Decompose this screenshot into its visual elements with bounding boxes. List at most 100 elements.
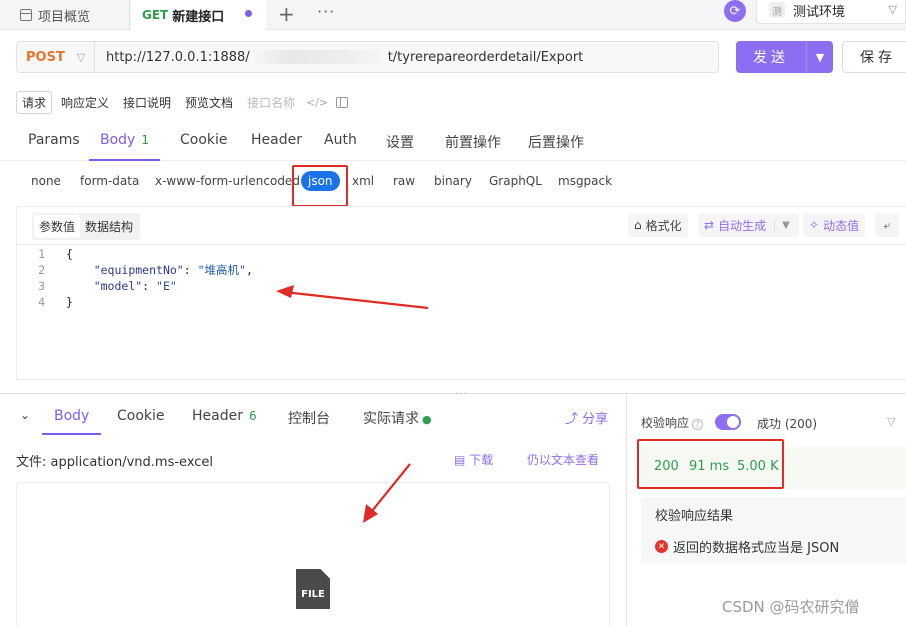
validation-error: ✕ 返回的数据格式应当是 JSON <box>655 537 839 556</box>
environment-badge: 测 <box>769 2 785 18</box>
tab-auth[interactable]: Auth <box>324 132 357 161</box>
param-tabs: Params Body 1 Cookie Header Auth 设置 前置操作 … <box>0 126 906 161</box>
doc-tab-description[interactable]: 接口说明 <box>118 92 176 113</box>
dynamic-value-label: 动态值 <box>823 218 860 233</box>
body-type-raw[interactable]: raw <box>393 174 415 188</box>
response-status-select[interactable]: 成功 (200) <box>757 415 817 432</box>
validation-result-title: 校验响应结果 <box>655 509 734 524</box>
environment-label: 测试环境 <box>793 4 846 20</box>
resp-tab-cookie[interactable]: Cookie <box>117 408 165 424</box>
tab-body-count: 1 <box>141 133 149 147</box>
live-dot-icon: ● <box>422 413 432 426</box>
sub-tab-values[interactable]: 参数值 <box>34 215 81 238</box>
code-line: 4} <box>38 295 73 309</box>
url-input[interactable]: http://127.0.0.1:1888/t/tyrerepareorderd… <box>95 50 583 65</box>
format-button[interactable]: ⌂ 格式化 <box>628 213 688 237</box>
annotation-arrow <box>276 285 429 310</box>
format-icon: ⌂ <box>634 218 642 232</box>
view-as-text-button[interactable]: 仍以文本查看 <box>527 451 599 468</box>
chevron-down-icon[interactable]: ▽ <box>887 415 895 428</box>
help-icon[interactable]: ? <box>692 419 704 430</box>
overview-icon <box>20 9 32 21</box>
download-label: 下载 <box>469 453 494 467</box>
body-type-graphql[interactable]: GraphQL <box>489 174 542 188</box>
tab-settings[interactable]: 设置 <box>386 132 414 161</box>
tab-new-endpoint[interactable]: GET 新建接口 <box>131 0 266 30</box>
side-panel-icon[interactable] <box>336 97 349 108</box>
tab-header[interactable]: Header <box>251 132 302 161</box>
save-button[interactable]: 保存 <box>842 41 906 73</box>
doc-tab-request[interactable]: 请求 <box>16 91 53 114</box>
share-button[interactable]: ⤴ 分享 <box>565 408 608 427</box>
resp-tab-console[interactable]: 控制台 <box>288 408 330 428</box>
tab-body[interactable]: Body 1 <box>89 132 160 161</box>
tab-cookie[interactable]: Cookie <box>180 132 228 161</box>
doc-tab-preview[interactable]: 预览文档 <box>180 92 238 113</box>
format-button-label: 格式化 <box>645 218 682 233</box>
code-line: 2 "equipmentNo": "堆高机", <box>38 263 253 277</box>
resp-tab-actual-request-label: 实际请求 <box>363 411 419 427</box>
auto-generate-label: 自动生成 <box>718 218 767 233</box>
body-type-form-data[interactable]: form-data <box>80 174 139 188</box>
validate-response-toggle[interactable] <box>715 414 741 430</box>
dynamic-value-button[interactable]: ✧ 动态值 <box>803 213 866 237</box>
method-select[interactable]: POST ▽ <box>17 42 95 72</box>
send-button-label: 发送 <box>753 50 789 66</box>
code-line: 3 "model": "E" <box>38 279 177 293</box>
method-value: POST <box>26 49 65 65</box>
auto-generate-icon: ⇄ <box>704 218 715 232</box>
editor-divider <box>17 244 906 245</box>
annotation-box-metrics <box>637 439 784 489</box>
body-type-binary[interactable]: binary <box>434 174 472 188</box>
body-type-msgpack[interactable]: msgpack <box>558 174 612 188</box>
word-wrap-icon[interactable]: ⤶ <box>875 213 899 237</box>
auto-generate-button[interactable]: ⇄ 自动生成 ▼ <box>698 213 799 237</box>
chevron-down-icon: ▽ <box>888 3 897 16</box>
code-editor[interactable]: 1{ 2 "equipmentNo": "堆高机", 3 "model": "E… <box>17 246 253 310</box>
code-line: 1{ <box>38 247 73 261</box>
magic-wand-icon: ✧ <box>809 218 820 232</box>
response-file-type: 文件: application/vnd.ms-excel <box>16 455 214 470</box>
download-button[interactable]: ▤ 下载 <box>454 451 493 468</box>
body-type-none[interactable]: none <box>31 174 61 188</box>
tab-new-endpoint-label: 新建接口 <box>172 9 225 25</box>
chevron-down-icon: ▽ <box>76 50 86 64</box>
tab-post-request[interactable]: 后置操作 <box>528 132 584 161</box>
more-tabs-button[interactable]: ··· <box>317 2 335 21</box>
resp-tab-header-label: Header <box>192 408 243 424</box>
share-button-label: 分享 <box>582 412 609 427</box>
doc-tabs: 请求 响应定义 接口说明 预览文档 接口名称 </> <box>16 91 349 114</box>
error-icon: ✕ <box>655 540 668 553</box>
body-type-urlencoded[interactable]: x-www-form-urlencoded <box>155 174 300 188</box>
tab-pre-request[interactable]: 前置操作 <box>445 132 501 161</box>
tab-method-badge: GET <box>142 8 169 22</box>
annotation-box-json <box>292 165 348 207</box>
send-options-chevron-icon[interactable]: ▼ <box>806 41 833 73</box>
validation-error-text: 返回的数据格式应当是 JSON <box>673 541 840 556</box>
splitter-handle-icon[interactable]: ··· <box>455 389 468 400</box>
resp-tab-body[interactable]: Body <box>42 408 102 435</box>
download-icon: ▤ <box>454 453 466 467</box>
top-tab-bar: 项目概览 GET 新建接口 + ··· ⟳ 测 测试环境 ▽ <box>0 0 906 30</box>
send-button[interactable]: 发送 ▼ <box>736 41 833 73</box>
resp-tab-header[interactable]: Header 6 <box>192 408 257 424</box>
editor-sub-tabs: 参数值 数据结构 <box>32 213 141 240</box>
sync-icon[interactable]: ⟳ <box>724 0 746 22</box>
body-type-xml[interactable]: xml <box>352 174 374 188</box>
endpoint-name-input[interactable]: 接口名称 <box>242 92 300 113</box>
add-tab-button[interactable]: + <box>278 3 295 25</box>
tab-project-overview[interactable]: 项目概览 <box>0 0 130 30</box>
validate-response-label: 校验响应? <box>641 414 704 431</box>
code-icon[interactable]: </> <box>306 96 328 109</box>
sub-tab-schema[interactable]: 数据结构 <box>80 215 138 238</box>
environment-select[interactable]: 测 测试环境 ▽ <box>756 0 906 24</box>
url-redacted <box>249 50 388 64</box>
doc-tab-response-definition[interactable]: 响应定义 <box>56 92 114 113</box>
tab-project-overview-label: 项目概览 <box>38 9 91 25</box>
annotation-arrow <box>363 463 411 523</box>
share-icon: ⤴ <box>565 412 579 427</box>
resp-tab-actual-request[interactable]: 实际请求 ● <box>363 408 432 428</box>
tab-params[interactable]: Params <box>28 132 80 161</box>
url-prefix: http://127.0.0.1:1888/ <box>106 49 250 65</box>
chevron-down-icon[interactable]: ▼ <box>774 219 790 231</box>
